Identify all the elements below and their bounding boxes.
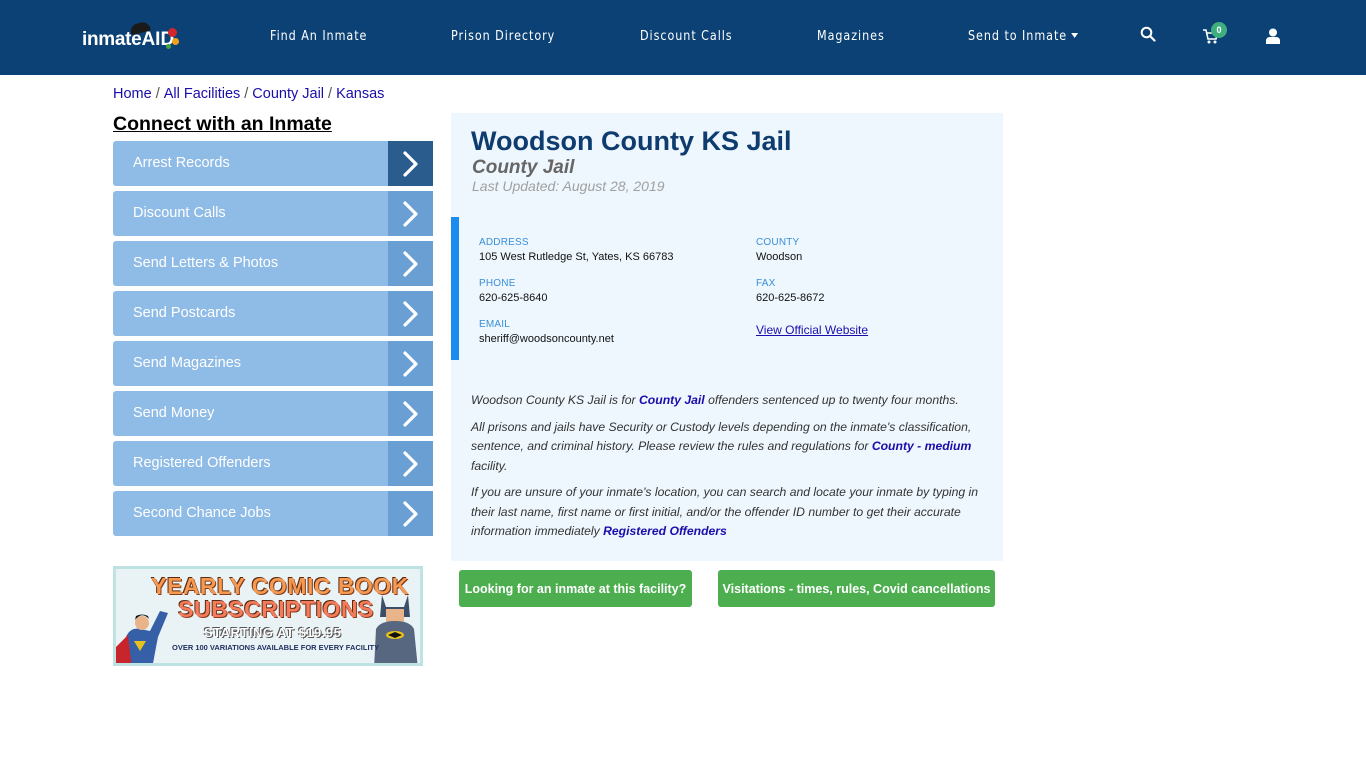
logo-decoration-icon [172,38,179,45]
view-official-website-link[interactable]: View Official Website [756,323,868,337]
search-icon[interactable] [1140,26,1160,46]
site-header: inmate AID Find An Inmate Prison Directo… [0,0,1366,75]
chevron-right-icon [388,241,433,286]
county-label: COUNTY [756,237,800,248]
breadcrumb-separator: / [328,86,333,102]
chevron-right-icon [388,191,433,236]
address-field: ADDRESS 105 West Rutledge St, Yates, KS … [479,237,673,263]
nav-send-to-inmate[interactable]: Send to Inmate [968,29,1079,44]
nav-prison-directory[interactable]: Prison Directory [451,29,555,44]
sidebar-item-label: Registered Offenders [133,455,271,471]
last-updated: Last Updated: August 28, 2019 [472,178,665,194]
breadcrumb: Home / All Facilities / County Jail / Kansas [113,86,384,102]
sidebar-item-send-letters-photos[interactable]: Send Letters & Photos [113,241,433,286]
breadcrumb-separator: / [244,86,249,102]
description-paragraph: If you are unsure of your inmate's locat… [471,483,981,542]
breadcrumb-all-facilities[interactable]: All Facilities [164,86,241,102]
county-field: COUNTY Woodson [756,237,802,263]
breadcrumb-separator: / [155,86,160,102]
facility-type: County Jail [472,157,575,178]
nav-send-to-inmate-label: Send to Inmate [968,29,1068,44]
county-value: Woodson [756,251,803,263]
chevron-right-icon [388,141,433,186]
phone-value: 620-625-8640 [479,292,548,304]
sidebar-item-label: Send Magazines [133,355,242,371]
fax-field: FAX 620-625-8672 [756,278,825,304]
facility-description: Woodson County KS Jail is for County Jai… [471,391,981,549]
description-text: offenders sentenced up to twenty four mo… [704,393,959,407]
county-jail-link[interactable]: County Jail [639,393,705,407]
sidebar-item-arrest-records[interactable]: Arrest Records [113,141,433,186]
breadcrumb-home[interactable]: Home [113,86,152,102]
breadcrumb-county-jail[interactable]: County Jail [252,86,324,102]
nav-find-an-inmate[interactable]: Find An Inmate [270,29,367,44]
county-medium-link[interactable]: County - medium [872,439,972,453]
phone-field: PHONE 620-625-8640 [479,278,548,304]
sidebar-item-label: Send Letters & Photos [133,255,279,271]
sidebar-item-label: Second Chance Jobs [133,505,271,521]
chevron-right-icon [388,291,433,336]
cart-count-badge: 0 [1211,22,1227,38]
facility-name: Woodson County KS Jail [471,126,792,156]
accent-bar [451,217,459,360]
registered-offenders-link[interactable]: Registered Offenders [603,524,727,538]
description-paragraph: All prisons and jails have Security or C… [471,418,981,477]
chevron-right-icon [388,341,433,386]
visitations-button[interactable]: Visitations - times, rules, Covid cancel… [718,570,995,607]
facility-info-block: ADDRESS 105 West Rutledge St, Yates, KS … [451,217,1003,360]
sidebar-item-label: Arrest Records [133,155,230,171]
email-label: EMAIL [479,319,511,330]
ad-tagline: OVER 100 VARIATIONS AVAILABLE FOR EVERY … [172,643,380,652]
sidebar-item-send-postcards[interactable]: Send Postcards [113,291,433,336]
ad-headline-2: SUBSCRIPTIONS [178,596,374,622]
sidebar-item-label: Discount Calls [133,205,226,221]
ad-price: STARTING AT $19.95 [204,625,342,640]
sidebar-item-label: Send Postcards [133,305,236,321]
user-icon[interactable] [1266,28,1286,48]
inmateaid-logo[interactable]: inmate AID [82,20,179,54]
caret-down-icon [1071,33,1079,38]
find-inmate-at-facility-button[interactable]: Looking for an inmate at this facility? [459,570,692,607]
email-value: sheriff@woodsoncounty.net [479,333,614,345]
phone-label: PHONE [479,278,516,289]
fax-label: FAX [756,278,776,289]
sidebar-item-send-magazines[interactable]: Send Magazines [113,341,433,386]
fax-value: 620-625-8672 [756,292,825,304]
description-text: facility. [471,458,508,473]
sidebar-item-discount-calls[interactable]: Discount Calls [113,191,433,236]
sidebar-menu: Arrest Records Discount Calls Send Lette… [113,141,433,541]
sidebar-item-send-money[interactable]: Send Money [113,391,433,436]
chevron-right-icon [388,491,433,536]
nav-discount-calls[interactable]: Discount Calls [640,29,733,44]
logo-decoration-icon [168,28,177,37]
sidebar-item-registered-offenders[interactable]: Registered Offenders [113,441,433,486]
sidebar-title: Connect with an Inmate [113,113,332,135]
comic-subscription-ad[interactable]: YEARLY COMIC BOOK SUBSCRIPTIONS STARTING… [113,566,423,666]
address-value: 105 West Rutledge St, Yates, KS 66783 [479,251,674,263]
description-text: Woodson County KS Jail is for [471,393,639,407]
address-label: ADDRESS [479,237,529,248]
email-field: EMAIL sheriff@woodsoncounty.net [479,319,614,345]
chevron-right-icon [388,391,433,436]
logo-decoration-icon [166,44,171,49]
sidebar-item-second-chance-jobs[interactable]: Second Chance Jobs [113,491,433,536]
description-paragraph: Woodson County KS Jail is for County Jai… [471,391,981,411]
breadcrumb-kansas[interactable]: Kansas [336,86,384,102]
website-field: View Official Website [756,321,868,339]
nav-magazines[interactable]: Magazines [817,29,885,44]
sidebar-item-label: Send Money [133,405,215,421]
facility-panel: Woodson County KS Jail County Jail Last … [451,113,1003,561]
chevron-right-icon [388,441,433,486]
